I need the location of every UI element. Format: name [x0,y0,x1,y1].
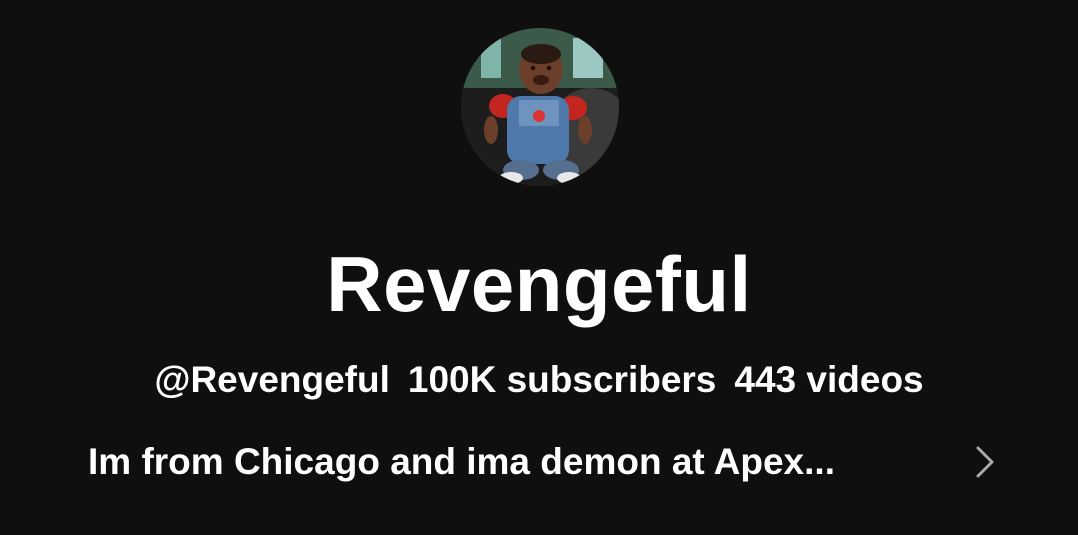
chevron-right-icon[interactable] [968,444,1000,480]
channel-header: Revengeful @Revengeful 100K subscribers 44… [0,0,1078,535]
channel-handle: @Revengeful [154,359,390,400]
channel-avatar[interactable] [461,28,619,186]
channel-meta: @Revengeful 100K subscribers 443 videos [0,356,1078,404]
channel-description-link[interactable]: Im from Chicago and ima demon at Apex... [88,436,1008,488]
avatar-photo [461,28,619,186]
channel-name: Revengeful [326,240,752,328]
channel-description: Im from Chicago and ima demon at Apex... [88,441,835,482]
video-count: 443 videos [734,359,924,400]
subscriber-count: 100K subscribers [407,359,717,400]
